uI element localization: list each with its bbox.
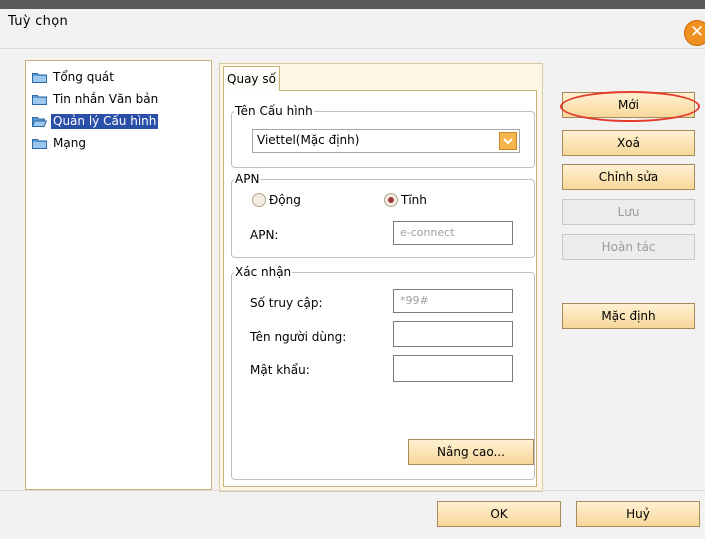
dialog-title: Tuỳ chọn [8, 14, 69, 29]
chevron-down-icon[interactable] [499, 132, 517, 150]
undo-button: Hoàn tác [562, 234, 695, 260]
tree-item-network[interactable]: Mạng [32, 135, 88, 151]
folder-icon [32, 94, 47, 105]
radio-static[interactable]: Tĩnh [384, 193, 427, 207]
apn-field[interactable]: e-connect [393, 221, 513, 245]
footer-separator [0, 490, 705, 491]
radio-circle[interactable] [252, 193, 266, 207]
apn-label: APN: [250, 228, 279, 242]
radio-dynamic[interactable]: Động [252, 193, 301, 207]
auth-group-legend: Xác nhận [235, 265, 292, 279]
apn-group: APN [231, 172, 535, 258]
profile-group-legend: Tên Cấu hình [235, 104, 313, 118]
default-button[interactable]: Mặc định [562, 303, 695, 329]
tree-item-label: Tổng quát [53, 69, 114, 84]
radio-static-label: Tĩnh [401, 193, 427, 207]
window-top-strip [0, 0, 705, 9]
radio-dynamic-label: Động [269, 193, 301, 207]
advanced-button[interactable]: Nâng cao... [408, 439, 534, 465]
profile-select[interactable]: Viettel(Mặc định) [252, 129, 520, 153]
access-number-label: Số truy cập: [250, 296, 323, 310]
folder-icon [32, 138, 47, 149]
password-label: Mật khẩu: [250, 363, 310, 377]
password-field[interactable] [393, 355, 513, 382]
tree-item-profile-management[interactable]: Quản lý Cấu hình [32, 113, 159, 129]
cancel-button[interactable]: Huỷ [576, 501, 700, 527]
title-separator [0, 48, 705, 49]
tree-item-general[interactable]: Tổng quát [32, 69, 116, 85]
edit-button[interactable]: Chỉnh sửa [562, 164, 695, 190]
tree-item-label: Quản lý Cấu hình [51, 113, 159, 129]
highlight-ring [560, 91, 700, 122]
delete-button[interactable]: Xoá [562, 130, 695, 156]
options-tree: Tổng quát Tin nhắn Văn bản Quản lý Cấu h… [25, 60, 212, 490]
tab-dial[interactable]: Quay số [223, 66, 280, 91]
close-icon[interactable]: ✕ [684, 20, 705, 46]
profile-select-value: Viettel(Mặc định) [257, 133, 360, 147]
folder-open-icon [32, 116, 47, 127]
apn-group-legend: APN [235, 172, 260, 186]
folder-icon [32, 72, 47, 83]
username-field[interactable] [393, 321, 513, 347]
tree-item-label: Tin nhắn Văn bản [53, 91, 159, 106]
username-label: Tên người dùng: [250, 330, 347, 344]
access-number-field[interactable]: *99# [393, 289, 513, 313]
tree-item-label: Mạng [53, 135, 86, 150]
ok-button[interactable]: OK [437, 501, 561, 527]
tree-item-text-messages[interactable]: Tin nhắn Văn bản [32, 91, 160, 107]
radio-circle-selected[interactable] [384, 193, 398, 207]
save-button: Lưu [562, 199, 695, 225]
